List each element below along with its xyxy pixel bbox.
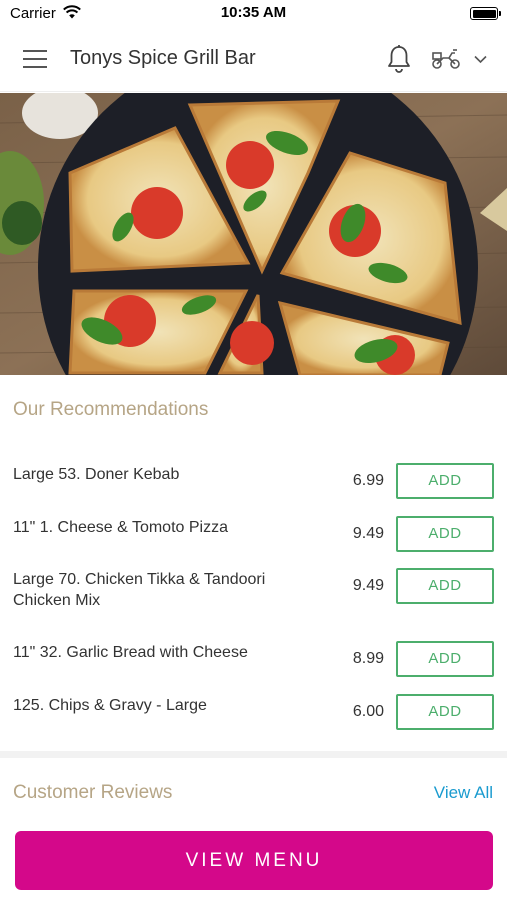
chevron-down-icon[interactable] <box>474 55 487 64</box>
menu-item-name: 11" 32. Garlic Bread with Cheese <box>13 644 248 661</box>
menu-item-price: 6.99 <box>352 472 384 489</box>
section-divider <box>0 751 507 758</box>
pizza-illustration <box>0 93 507 375</box>
hero-pizza-image <box>0 93 507 375</box>
menu-item-name: 125. Chips & Gravy - Large <box>13 697 207 714</box>
menu-item-price: 8.99 <box>352 650 384 667</box>
menu-icon[interactable] <box>23 50 47 68</box>
add-button[interactable]: ADD <box>396 641 494 677</box>
bell-icon[interactable] <box>386 44 412 74</box>
view-all-link[interactable]: View All <box>434 783 493 803</box>
menu-item-name: 11" 1. Cheese & Tomoto Pizza <box>13 519 228 536</box>
reviews-title: Customer Reviews <box>13 782 173 803</box>
menu-item-price: 6.00 <box>352 703 384 720</box>
menu-item-price: 9.49 <box>352 525 384 542</box>
page-title: Tonys Spice Grill Bar <box>70 47 256 69</box>
status-time: 10:35 AM <box>220 4 287 21</box>
scooter-icon[interactable] <box>431 47 461 71</box>
top-bar: Tonys Spice Grill Bar <box>0 28 507 92</box>
status-bar: Carrier 10:35 AM <box>0 0 507 28</box>
recommendations-title: Our Recommendations <box>13 399 209 420</box>
menu-item-name: Large 70. Chicken Tikka & Tandoori Chick… <box>13 571 266 609</box>
menu-item-name: Large 53. Doner Kebab <box>13 466 180 483</box>
battery-icon <box>470 7 501 20</box>
menu-item-price: 9.49 <box>352 577 384 594</box>
add-button[interactable]: ADD <box>396 568 494 604</box>
view-menu-button[interactable]: VIEW MENU <box>15 831 493 890</box>
add-button[interactable]: ADD <box>396 463 494 499</box>
add-button[interactable]: ADD <box>396 516 494 552</box>
add-button[interactable]: ADD <box>396 694 494 730</box>
